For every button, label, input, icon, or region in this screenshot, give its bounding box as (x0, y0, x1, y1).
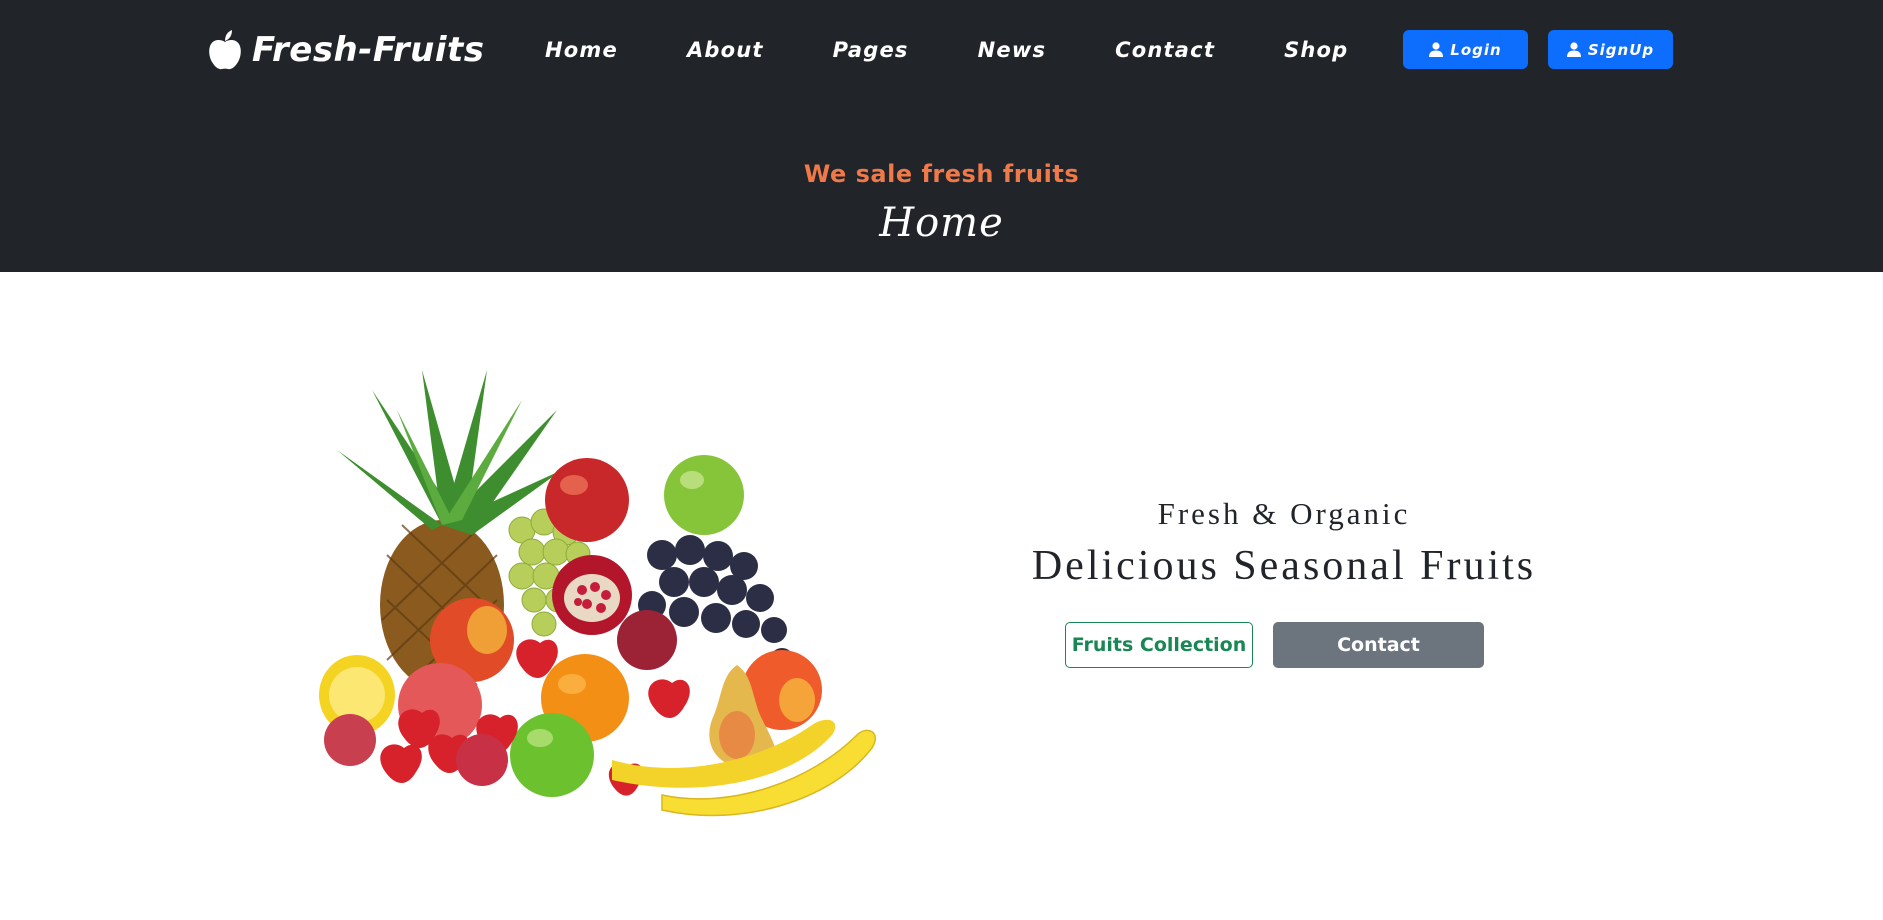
login-button[interactable]: Login (1403, 30, 1528, 69)
hero-subtitle: Fresh & Organic (1157, 496, 1411, 531)
fruit-assortment-image (312, 340, 892, 830)
nav-link-about[interactable]: About (687, 38, 764, 62)
nav-item-news: News (978, 38, 1047, 62)
hero-title: Delicious Seasonal Fruits (1031, 543, 1537, 589)
nav-item-pages: Pages (833, 38, 909, 62)
user-icon (1429, 42, 1444, 57)
nav-link-pages[interactable]: Pages (833, 38, 909, 62)
brand-logo[interactable]: Fresh-Fruits (208, 26, 484, 74)
apple-icon (209, 30, 241, 70)
nav-link-contact[interactable]: Contact (1115, 38, 1215, 62)
nav-link-home[interactable]: Home (545, 38, 618, 62)
contact-button[interactable]: Contact (1273, 622, 1484, 668)
navbar: Fresh-Fruits Home About Pages News Conta… (0, 0, 1883, 100)
nav-item-home: Home (545, 38, 618, 62)
top-banner: Fresh-Fruits Home About Pages News Conta… (0, 0, 1883, 272)
nav-link-news[interactable]: News (978, 38, 1047, 62)
signup-label: SignUp (1587, 40, 1655, 59)
nav-item-shop: Shop (1284, 38, 1348, 62)
nav-item-about: About (687, 38, 764, 62)
login-label: Login (1450, 40, 1502, 59)
fruits-collection-button[interactable]: Fruits Collection (1065, 622, 1253, 668)
banner-tagline: We sale fresh fruits (803, 160, 1080, 188)
page-heading: Home (879, 200, 1004, 246)
nav-link-shop[interactable]: Shop (1284, 38, 1348, 62)
auth-buttons: Login SignUp (1403, 30, 1673, 70)
hero-actions: Fruits Collection Contact (1065, 622, 1484, 668)
nav-item-contact: Contact (1115, 38, 1215, 62)
nav-menu: Home About Pages News Contact Shop (545, 36, 1348, 64)
user-icon (1566, 42, 1581, 57)
brand-name: Fresh-Fruits (252, 30, 485, 70)
signup-button[interactable]: SignUp (1548, 30, 1673, 69)
